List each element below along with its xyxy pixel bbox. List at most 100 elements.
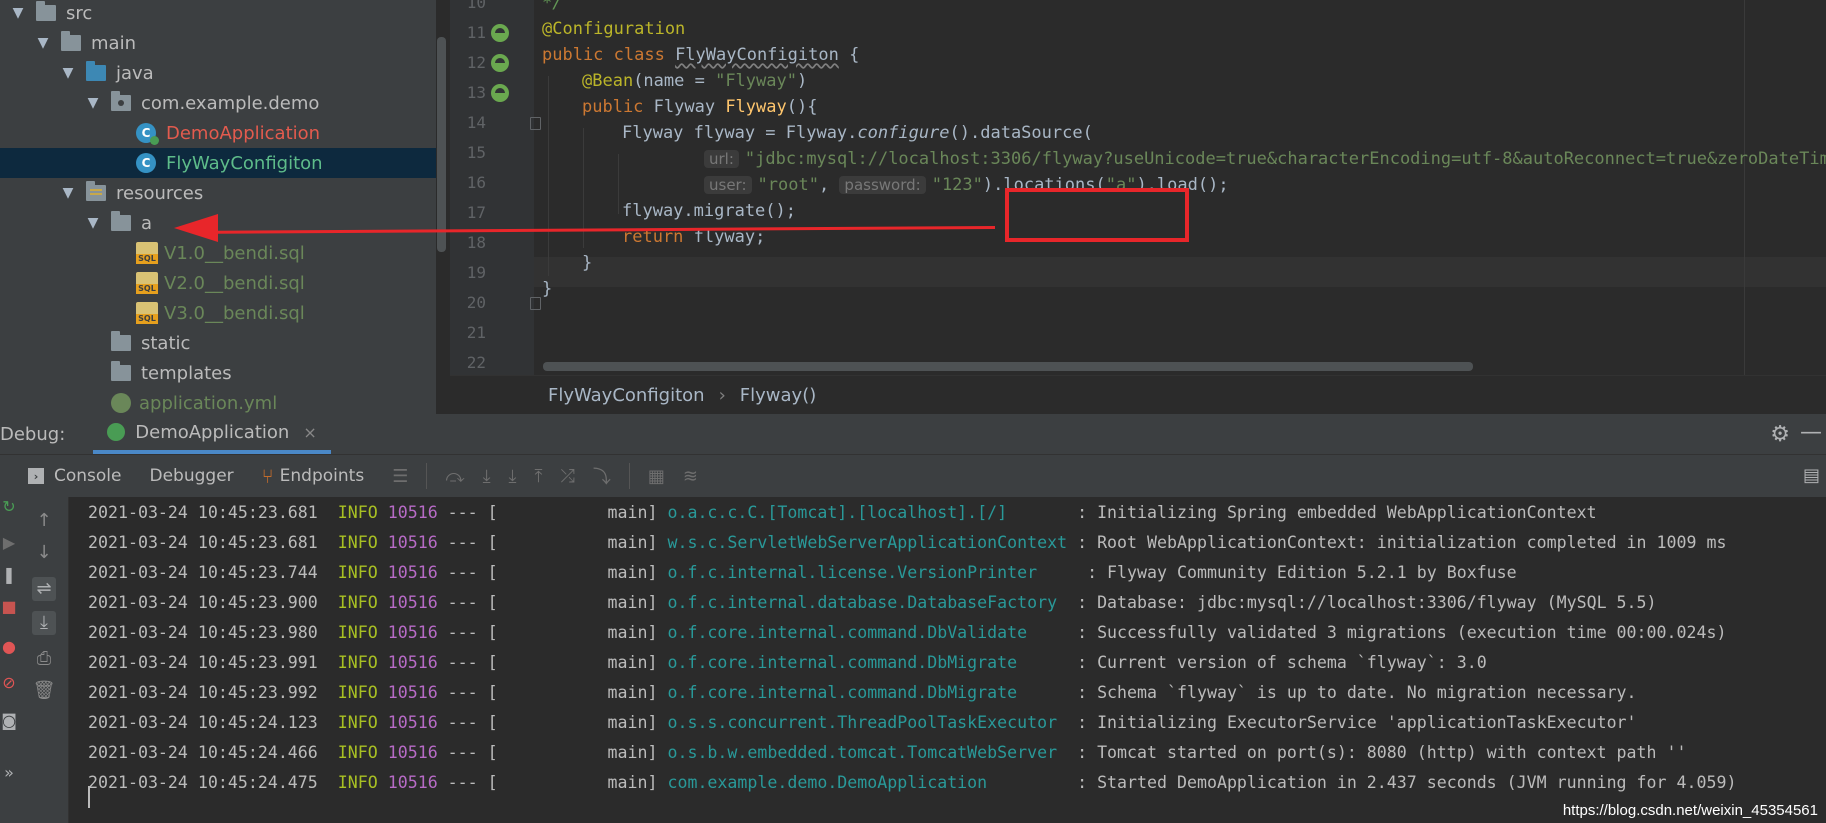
gear-icon[interactable]: ⚙: [1770, 422, 1790, 447]
tree-item-label: FlyWayConfigiton: [166, 152, 323, 174]
run-to-cursor-icon[interactable]: ⤵: [593, 463, 611, 489]
step-out-icon[interactable]: ⤒: [535, 466, 543, 487]
tree-item[interactable]: application.yml: [0, 388, 436, 414]
editor-horizontal-scrollbar[interactable]: [543, 362, 1473, 371]
step-over-icon[interactable]: ⤼: [445, 466, 464, 487]
editor-breadcrumb: FlyWayConfigiton › Flyway(): [450, 375, 1826, 414]
spring-bean-icon[interactable]: [491, 24, 509, 42]
annotation-highlight-box: [1005, 188, 1189, 242]
camera-icon[interactable]: ◙: [0, 711, 18, 730]
evaluate-icon[interactable]: ▦: [648, 466, 665, 487]
tree-item[interactable]: ▼ java: [0, 58, 436, 88]
chevron-down-icon[interactable]: ▼: [10, 5, 26, 21]
chevron-down-icon[interactable]: ▼: [60, 185, 76, 201]
param-hint-password: password:: [839, 176, 926, 194]
tab-debugger-label: Debugger: [149, 466, 234, 486]
current-line-highlight: [534, 257, 1826, 287]
indent-guide: [618, 154, 619, 214]
console-side-actions: ↑ ↓ ⇌ ⤓ ⎙ 🗑: [20, 497, 69, 823]
print-icon[interactable]: ⎙: [32, 647, 56, 671]
project-tree-scrollbar[interactable]: [437, 37, 446, 252]
chevron-down-icon[interactable]: ▼: [60, 65, 76, 81]
tree-item-label: DemoApplication: [166, 122, 321, 144]
code-line-19[interactable]: return flyway;: [622, 222, 765, 252]
tree-item[interactable]: ▼ com.example.demo: [0, 88, 436, 118]
chevron-down-icon[interactable]: ▼: [35, 35, 51, 51]
line-number: 10: [466, 0, 486, 12]
tab-debugger[interactable]: Debugger: [150, 466, 234, 486]
close-icon[interactable]: ×: [303, 423, 316, 442]
fold-marker-icon[interactable]: [530, 117, 541, 130]
down-arrow-icon[interactable]: ↓: [32, 541, 56, 565]
tree-item[interactable]: ▼ src: [0, 0, 436, 28]
soft-wrap-icon[interactable]: ⇌: [32, 577, 56, 601]
stop-icon[interactable]: ■: [0, 597, 18, 616]
minimize-icon[interactable]: —: [1800, 420, 1822, 445]
fold-marker-icon[interactable]: [530, 297, 541, 310]
line-number: 22: [466, 353, 486, 372]
breadcrumb-class[interactable]: FlyWayConfigiton: [548, 385, 705, 406]
tree-item-label: java: [116, 62, 154, 84]
line-number: 14: [466, 113, 486, 132]
editor-gutter: 10 11 12 13 14 15 16 17 18 19 20 21 22: [450, 0, 541, 375]
tree-item-label: static: [141, 332, 191, 354]
rerun-icon[interactable]: ↻: [0, 497, 18, 516]
log-line: 2021-03-24 10:45:24.466 INFO 10516 --- […: [88, 743, 1687, 762]
breakpoints-icon[interactable]: ●: [0, 637, 18, 656]
tree-item[interactable]: SQL V2.0__bendi.sql: [0, 268, 436, 298]
folder-icon: [36, 1, 56, 21]
chevron-down-icon[interactable]: ▼: [85, 95, 101, 111]
log-line: 2021-03-24 10:45:23.900 INFO 10516 --- […: [88, 593, 1657, 612]
watermark: https://blog.csdn.net/weixin_45354561: [1562, 802, 1818, 819]
mute-breakpoints-icon[interactable]: ⊘: [0, 673, 18, 692]
spring-config-icon: [111, 393, 131, 413]
tree-item-label: templates: [141, 362, 232, 384]
tree-item-label: main: [91, 32, 136, 54]
tree-item[interactable]: C DemoApplication: [0, 118, 436, 148]
tree-item[interactable]: SQL V1.0__bendi.sql: [0, 238, 436, 268]
force-step-into-icon[interactable]: ⤓: [509, 466, 517, 487]
log-line: 2021-03-24 10:45:23.681 INFO 10516 --- […: [88, 503, 1597, 522]
more-icon[interactable]: »: [0, 763, 18, 782]
trace-icon[interactable]: ≋: [683, 466, 698, 487]
console-icon: ›: [28, 468, 44, 484]
console-output[interactable]: 2021-03-24 10:45:23.681 INFO 10516 --- […: [88, 498, 1826, 823]
tree-item[interactable]: SQL V3.0__bendi.sql: [0, 298, 436, 328]
code-line-21[interactable]: }: [542, 274, 552, 304]
tab-endpoints[interactable]: ⑂ Endpoints: [262, 464, 365, 488]
right-margin-guide: [1744, 0, 1745, 375]
code-line-20[interactable]: }: [582, 248, 592, 278]
menu-icon[interactable]: ☰: [392, 466, 408, 487]
tree-item-label: com.example.demo: [141, 92, 320, 114]
spring-bean-icon[interactable]: [491, 54, 509, 72]
folder-icon: [61, 31, 81, 51]
console-caret: [88, 786, 90, 808]
folder-icon: [86, 61, 106, 81]
debug-session-tab[interactable]: DemoApplication ×: [93, 414, 331, 454]
pause-icon[interactable]: ❚: [0, 565, 18, 584]
resume-icon[interactable]: ▶: [0, 533, 18, 552]
breadcrumb-method[interactable]: Flyway(): [740, 385, 816, 406]
tree-item[interactable]: static: [0, 328, 436, 358]
tree-item-label: a: [141, 212, 153, 234]
tree-item[interactable]: ▼ resources: [0, 178, 436, 208]
scroll-to-end-icon[interactable]: ⤓: [32, 611, 56, 635]
endpoints-icon: ⑂: [261, 464, 274, 488]
tree-item-label: V1.0__bendi.sql: [164, 242, 305, 264]
chevron-down-icon[interactable]: ▼: [85, 215, 101, 231]
log-line: 2021-03-24 10:45:23.681 INFO 10516 --- […: [88, 533, 1727, 552]
spring-bean-icon[interactable]: [491, 84, 509, 102]
up-arrow-icon[interactable]: ↑: [32, 509, 56, 533]
trash-icon[interactable]: 🗑: [32, 679, 56, 703]
layout-icon[interactable]: ▤: [1803, 465, 1820, 486]
tree-item[interactable]: templates: [0, 358, 436, 388]
log-line: 2021-03-24 10:45:24.123 INFO 10516 --- […: [88, 713, 1637, 732]
tree-item-label: V2.0__bendi.sql: [164, 272, 305, 294]
tree-item[interactable]: C FlyWayConfigiton: [0, 148, 436, 178]
tab-console[interactable]: › Console: [28, 466, 122, 486]
tree-item[interactable]: ▼ main: [0, 28, 436, 58]
bug-icon: [107, 423, 126, 441]
drop-frame-icon[interactable]: ⤮: [560, 466, 574, 487]
step-into-icon[interactable]: ⤓: [483, 466, 491, 487]
package-icon: [111, 91, 131, 111]
